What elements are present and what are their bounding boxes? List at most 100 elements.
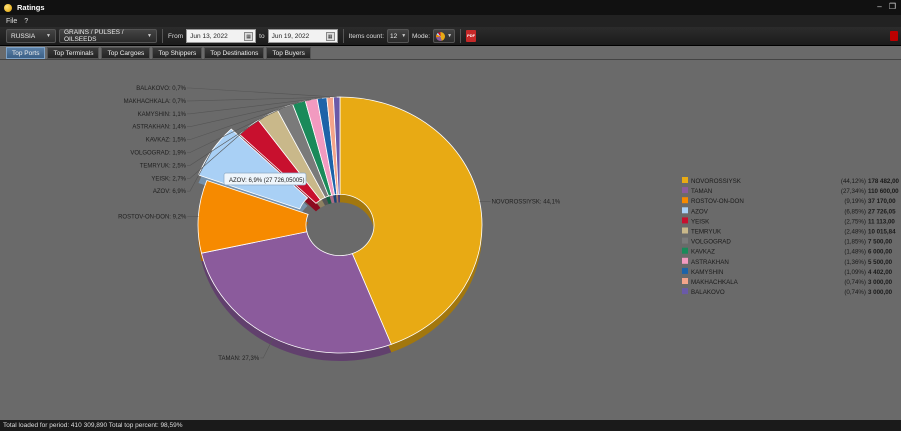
tab-top-shippers[interactable]: Top Shippers — [152, 47, 203, 59]
legend-percent-makhachkala: (0,74%) — [844, 279, 866, 286]
chevron-down-icon: ▼ — [447, 33, 453, 39]
tooltip-text: AZOV: 6,9% (27 726,05005) — [229, 178, 305, 184]
tab-bar: Top Ports Top Terminals Top Cargoes Top … — [6, 47, 311, 59]
legend-value-yeisk: 11 113,00 — [868, 218, 895, 225]
legend-percent-balakovo: (0,74%) — [844, 289, 866, 296]
chevron-down-icon: ▼ — [46, 33, 51, 39]
mode-select[interactable]: ▼ — [433, 29, 456, 43]
pie-slices — [197, 96, 483, 354]
chart-legend: NOVOROSSIYSK (44,12%) 178 482,00 TAMAN (27,3… — [682, 177, 900, 296]
legend-swatch-novorossiysk — [682, 177, 688, 183]
legend-swatch-volgograd — [682, 237, 688, 244]
legend-name-volgograd: VOLGOGRAD — [691, 239, 731, 246]
legend-swatch-kavkaz — [682, 247, 688, 254]
pie-label-temryuk: TEMRYUK: 2,5% — [140, 163, 187, 169]
legend-name-novorossiysk: NOVOROSSIYSK — [691, 178, 742, 185]
country-select-value: RUSSIA — [11, 32, 36, 40]
tab-top-terminals[interactable]: Top Terminals — [47, 47, 100, 59]
legend-swatch-makhachkala — [682, 278, 688, 284]
calendar-icon[interactable]: ▦ — [244, 31, 254, 41]
legend-name-kavkaz: KAVKAZ — [691, 249, 715, 256]
legend-percent-azov: (6,85%) — [844, 208, 866, 215]
legend-value-novorossiysk: 178 482,00 — [868, 178, 900, 185]
legend-value-makhachkala: 3 000,00 — [868, 279, 893, 286]
legend-percent-rostov-on-don: (9,19%) — [844, 198, 866, 205]
legend-percent-temryuk: (2,48%) — [844, 229, 866, 236]
cargo-group-select-value: GRAINS / PULSES / OILSEEDS — [64, 29, 124, 43]
title-bar: Ratings – ❐ — [0, 0, 901, 15]
pie-label-volgograd: VOLGOGRAD: 1,9% — [130, 151, 186, 157]
toolbar-separator — [342, 29, 344, 43]
legend-percent-astrakhan: (1,36%) — [844, 259, 866, 266]
legend-name-rostov-on-don: ROSTOV-ON-DON — [691, 198, 744, 205]
to-date-field[interactable]: Jun 19, 2022 ▦ — [267, 29, 338, 43]
legend-name-yeisk: YEISK — [691, 218, 710, 225]
legend-value-astrakhan: 5 500,00 — [868, 259, 893, 266]
pie-chart-icon — [436, 31, 446, 41]
calendar-icon[interactable]: ▦ — [325, 31, 335, 41]
pie-label-rostov-on-don: ROSTOV-ON-DON: 9,2% — [118, 214, 187, 220]
tab-top-destinations[interactable]: Top Destinations — [204, 47, 265, 59]
legend-swatch-azov — [682, 207, 688, 214]
country-select[interactable]: RUSSIA ▼ — [6, 29, 56, 43]
legend-name-makhachkala: MAKHACHKALA — [691, 279, 739, 286]
cargo-group-select[interactable]: GRAINS / PULSES / OILSEEDS ▼ — [59, 29, 157, 43]
legend-percent-novorossiysk: (44,12%) — [841, 178, 866, 185]
menu-help[interactable]: ? — [24, 18, 28, 25]
tab-top-cargoes[interactable]: Top Cargoes — [101, 47, 151, 59]
menu-bar: File ? — [0, 15, 901, 27]
legend-swatch-balakovo — [682, 288, 688, 295]
legend-swatch-yeisk — [682, 217, 688, 224]
items-count-label: Items count: — [348, 32, 384, 40]
pdf-export-icon[interactable]: PDF — [466, 30, 477, 42]
minimize-button[interactable]: – — [875, 2, 884, 11]
legend-value-rostov-on-don: 37 170,00 — [868, 198, 896, 205]
legend-value-volgograd: 7 500,00 — [868, 239, 893, 246]
menu-file[interactable]: File — [6, 18, 17, 25]
tab-top-buyers[interactable]: Top Buyers — [266, 47, 311, 59]
legend-name-azov: AZOV — [691, 208, 709, 215]
leader-line-balakovo — [187, 87, 337, 98]
chart-tooltip: AZOV: 6,9% (27 726,05005) — [223, 172, 307, 186]
tab-top-ports[interactable]: Top Ports — [6, 47, 46, 59]
items-count-select[interactable]: 12 ▼ — [387, 29, 409, 43]
chevron-down-icon: ▼ — [147, 33, 152, 39]
legend-value-kamyshin: 4 402,00 — [868, 269, 893, 276]
legend-percent-yeisk: (2,75%) — [844, 218, 866, 225]
legend-percent-kamyshin: (1,09%) — [844, 269, 866, 276]
exit-icon[interactable] — [890, 31, 898, 41]
legend-swatch-astrakhan — [682, 257, 688, 264]
restore-button[interactable]: ❐ — [888, 2, 897, 11]
status-text: Total loaded for period: 410 309,890 Tot… — [3, 422, 183, 429]
legend-percent-volgograd: (1,85%) — [844, 239, 866, 246]
legend-name-kamyshin: KAMYSHIN — [691, 269, 723, 276]
legend-swatch-rostov-on-don — [682, 197, 688, 204]
toolbar: RUSSIA ▼ GRAINS / PULSES / OILSEEDS ▼ Fr… — [0, 27, 901, 46]
pie-label-yeisk: YEISK: 2,7% — [151, 176, 186, 182]
legend-name-temryuk: TEMRYUK — [691, 229, 722, 236]
legend-name-astrakhan: ASTRAKHAN — [691, 259, 729, 266]
legend-value-balakovo: 3 000,00 — [868, 289, 893, 296]
pie-label-kavkaz: KAVKAZ: 1,5% — [146, 138, 187, 144]
window-controls: – ❐ — [875, 2, 897, 11]
toolbar-separator — [162, 29, 163, 43]
legend-percent-kavkaz: (1,48%) — [844, 249, 866, 256]
from-date-field[interactable]: Jun 13, 2022 ▦ — [186, 29, 257, 43]
app-icon — [4, 3, 12, 12]
legend-name-balakovo: BALAKOVO — [691, 289, 725, 296]
pie-label-balakovo: BALAKOVO: 0,7% — [136, 86, 186, 92]
mode-label: Mode: — [412, 32, 431, 40]
to-label: to — [259, 32, 265, 40]
chevron-down-icon: ▼ — [401, 33, 407, 39]
pie-label-makhachkala: MAKHACHKALA: 0,7% — [124, 99, 187, 105]
from-label: From — [168, 32, 184, 40]
legend-swatch-taman — [682, 187, 688, 194]
pie-label-taman: TAMAN: 27,3% — [218, 356, 260, 362]
toolbar-separator — [460, 29, 462, 43]
pie-label-novorossiysk: NOVOROSSIYSK: 44,1% — [492, 200, 561, 206]
pie-label-kamyshin: KAMYSHIN: 1,1% — [138, 112, 187, 118]
window-title: Ratings — [17, 3, 45, 12]
pie-label-azov: AZOV: 6,9% — [153, 189, 187, 195]
status-bar: Total loaded for period: 410 309,890 Tot… — [0, 420, 901, 431]
legend-value-azov: 27 726,05 — [868, 208, 896, 215]
